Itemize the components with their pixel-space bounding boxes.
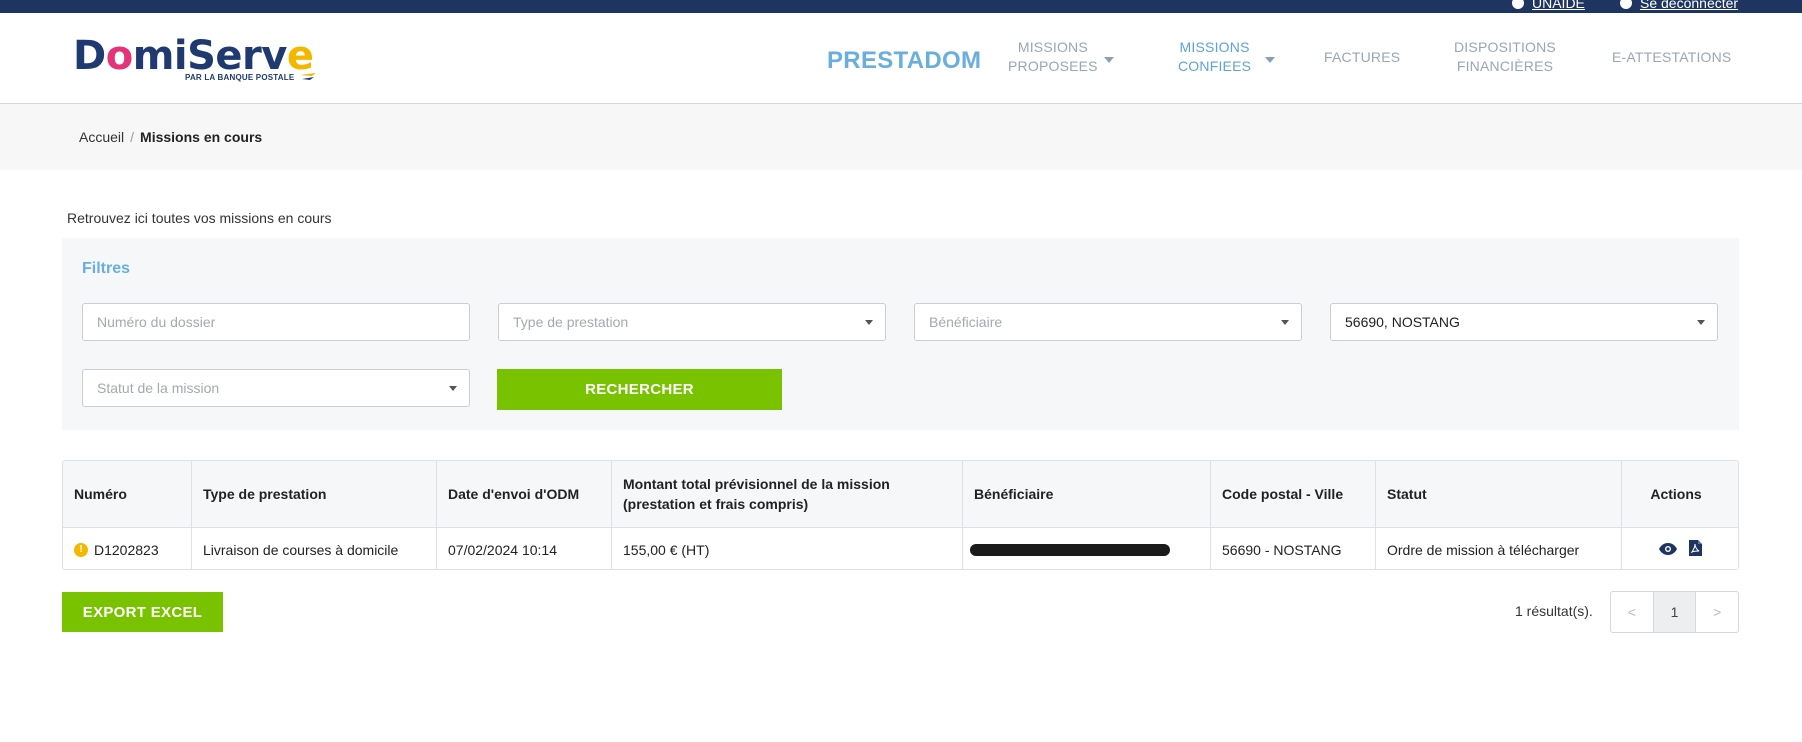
nav-e-attestations[interactable]: E-ATTESTATIONS: [1612, 48, 1731, 67]
header-actions: Actions: [1650, 486, 1702, 502]
header-type[interactable]: Type de prestation: [192, 461, 437, 527]
results-count: 1 résultat(s).: [1515, 603, 1593, 619]
missions-table: Numéro Type de prestation Date d'envoi d…: [62, 460, 1739, 570]
type-prestation-select[interactable]: Type de prestation: [498, 303, 886, 341]
caret-down-icon[interactable]: [1265, 57, 1275, 63]
header-montant[interactable]: Montant total prévisionnel de la mission…: [612, 461, 963, 527]
help-link[interactable]: UNAIDE: [1512, 0, 1585, 11]
table-row[interactable]: ! D1202823 Livraison de courses à domici…: [63, 528, 1738, 569]
export-excel-button[interactable]: EXPORT EXCEL: [62, 592, 223, 632]
header: DomiServe PAR LA BANQUE POSTALE PRESTADO…: [0, 13, 1802, 104]
pager-prev[interactable]: <: [1611, 592, 1653, 632]
logout-link[interactable]: Se déconnecter: [1620, 0, 1738, 11]
filters-panel: Filtres Numéro du dossier Type de presta…: [62, 238, 1739, 430]
cell-actions: [1622, 528, 1738, 569]
nav-missions-confiees[interactable]: MISSIONS CONFIEES: [1178, 38, 1251, 76]
header-code[interactable]: Code postal - Ville: [1211, 461, 1376, 527]
eye-icon[interactable]: [1658, 542, 1677, 558]
pdf-icon[interactable]: [1688, 540, 1702, 559]
cell-statut: Ordre de mission à télécharger: [1376, 528, 1622, 569]
cell-montant: 155,00 € (HT): [612, 528, 963, 569]
breadcrumb-bar: Accueil / Missions en cours: [0, 105, 1802, 170]
domiserve-logo[interactable]: DomiServe PAR LA BANQUE POSTALE: [73, 33, 316, 89]
caret-down-icon[interactable]: [1104, 57, 1114, 63]
nav-brand-prestadom[interactable]: PRESTADOM: [827, 47, 981, 75]
logo-tagline: PAR LA BANQUE POSTALE: [185, 73, 295, 82]
logout-label: Se déconnecter: [1640, 0, 1739, 11]
power-icon: [1620, 0, 1632, 9]
breadcrumb-home[interactable]: Accueil: [79, 129, 124, 145]
user-icon: [1512, 0, 1524, 9]
caret-down-icon: [1697, 320, 1705, 325]
table-header: Numéro Type de prestation Date d'envoi d…: [63, 461, 1738, 528]
nav-factures[interactable]: FACTURES: [1324, 48, 1400, 67]
breadcrumb-current: Missions en cours: [140, 129, 263, 145]
redacted-beneficiaire: [970, 543, 1170, 556]
nav-missions-proposees[interactable]: MISSIONS PROPOSEES: [1008, 38, 1098, 76]
nav-dispositions-financieres[interactable]: DISPOSITIONS FINANCIÈRES: [1454, 38, 1556, 76]
cell-type: Livraison de courses à domicile: [192, 528, 437, 569]
header-numero[interactable]: Numéro: [63, 461, 192, 527]
header-beneficiaire[interactable]: Bénéficiaire: [963, 461, 1211, 527]
pagination: < 1 >: [1610, 591, 1739, 633]
header-date[interactable]: Date d'envoi d'ODM: [437, 461, 612, 527]
statut-mission-select[interactable]: Statut de la mission: [82, 369, 470, 407]
caret-down-icon: [449, 386, 457, 391]
cell-date: 07/02/2024 10:14: [437, 528, 612, 569]
pager-page-1[interactable]: 1: [1652, 592, 1697, 632]
header-statut[interactable]: Statut: [1376, 461, 1622, 527]
cell-code: 56690 - NOSTANG: [1211, 528, 1376, 569]
pager-next[interactable]: >: [1696, 592, 1738, 632]
beneficiaire-select[interactable]: Bénéficiaire: [914, 303, 1302, 341]
warning-icon: !: [74, 542, 88, 557]
page-intro: Retrouvez ici toutes vos missions en cou…: [67, 210, 332, 226]
logo-swoosh-icon: [300, 73, 316, 80]
cell-numero: ! D1202823: [63, 528, 192, 569]
code-postal-ville-select[interactable]: 56690, NOSTANG: [1330, 303, 1718, 341]
caret-down-icon: [1281, 320, 1289, 325]
dossier-number-input[interactable]: Numéro du dossier: [82, 303, 470, 341]
search-button[interactable]: RECHERCHER: [497, 369, 782, 410]
caret-down-icon: [865, 320, 873, 325]
top-bar: UNAIDE Se déconnecter: [0, 0, 1802, 13]
breadcrumb: Accueil / Missions en cours: [79, 129, 262, 145]
help-label: UNAIDE: [1532, 0, 1585, 11]
breadcrumb-separator: /: [130, 129, 135, 145]
filters-title: Filtres: [82, 260, 131, 277]
cell-beneficiaire: [963, 528, 1211, 569]
